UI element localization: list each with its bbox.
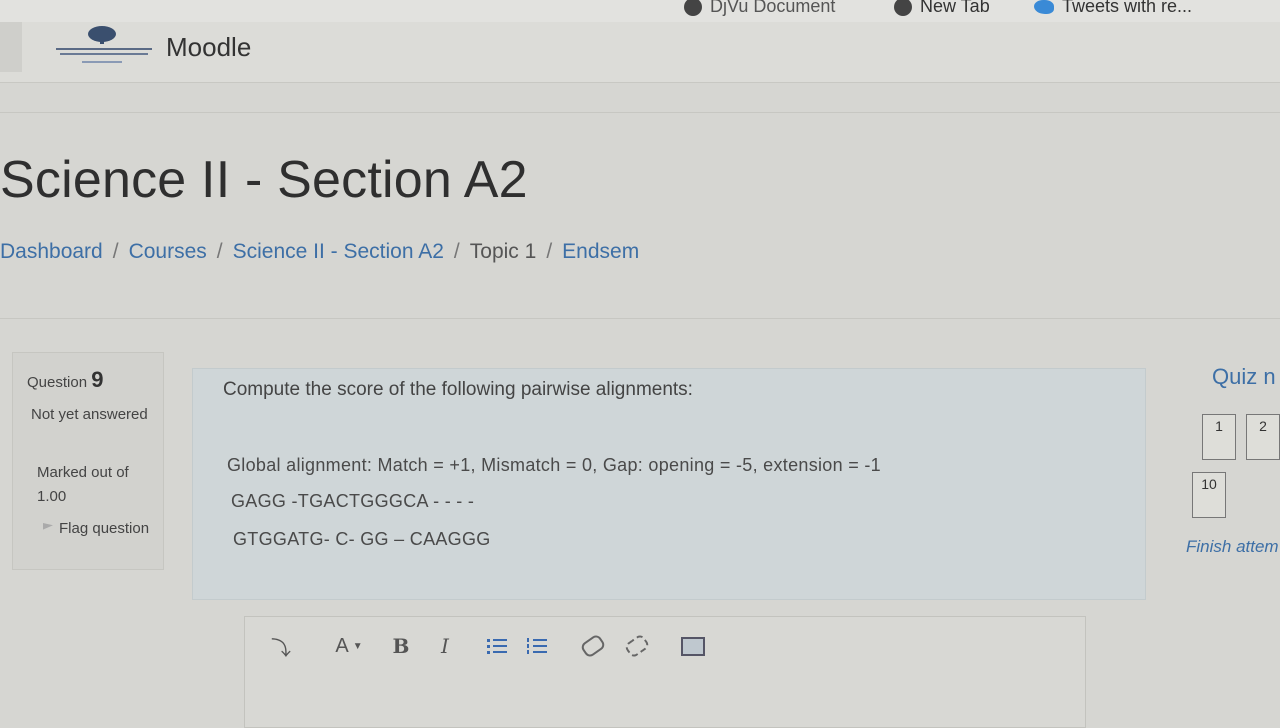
bookmark-tweets[interactable]: Tweets with re... xyxy=(1034,0,1192,17)
question-number-value: 9 xyxy=(91,367,104,392)
insert-image-icon[interactable] xyxy=(671,631,715,661)
chevron-down-icon: ▼ xyxy=(352,640,363,652)
alignment-sequence-2: GTGGATG- C- GG – CAAGGG xyxy=(233,529,491,549)
globe-icon xyxy=(684,0,702,16)
scoring-scheme: Global alignment: Match = +1, Mismatch =… xyxy=(227,455,881,475)
content-divider xyxy=(0,318,1280,319)
flag-icon xyxy=(43,523,53,530)
question-grade: Marked out of 1.00 xyxy=(37,464,129,505)
quiz-nav-button-2[interactable]: 2 xyxy=(1246,414,1280,460)
unordered-list-icon[interactable] xyxy=(477,631,517,661)
institution-logo[interactable] xyxy=(56,22,156,72)
globe-icon xyxy=(894,0,912,16)
ordered-list-icon[interactable] xyxy=(517,631,557,661)
finish-attempt-link[interactable]: Finish attem xyxy=(1186,537,1279,557)
bookmarks-bar: DjVu Document New Tab Tweets with re... xyxy=(0,0,1280,23)
breadcrumb: Dashboard / Courses / Science II - Secti… xyxy=(0,240,639,264)
breadcrumb-separator: / xyxy=(216,240,223,263)
site-navbar: Moodle xyxy=(0,22,1280,83)
bookmark-djvu-document[interactable]: DjVu Document xyxy=(684,0,835,17)
breadcrumb-separator: / xyxy=(546,240,553,263)
font-color-button[interactable]: A ▼ xyxy=(319,631,379,661)
breadcrumb-quiz[interactable]: Endsem xyxy=(562,240,639,264)
bookmark-label: DjVu Document xyxy=(710,0,836,16)
question-state: Not yet answered xyxy=(31,406,148,423)
breadcrumb-courses[interactable]: Courses xyxy=(129,240,207,264)
breadcrumb-topic: Topic 1 xyxy=(469,240,537,263)
answer-editor[interactable]: ⤵ A ▼ B I xyxy=(244,616,1086,728)
header-divider xyxy=(0,112,1280,113)
question-number: Question 9 xyxy=(27,367,103,393)
question-content: Compute the score of the following pairw… xyxy=(192,368,1146,600)
bookmark-label: New Tab xyxy=(920,0,990,16)
question-label: Question xyxy=(27,374,88,391)
quiz-nav-button-1[interactable]: 1 xyxy=(1202,414,1236,460)
breadcrumb-separator: / xyxy=(453,240,460,263)
breadcrumb-separator: / xyxy=(112,240,119,263)
site-brand[interactable]: Moodle xyxy=(166,32,251,63)
bold-button[interactable]: B xyxy=(379,631,423,661)
quiz-nav-button-10[interactable]: 10 xyxy=(1192,472,1226,518)
page-title: Science II - Section A2 xyxy=(0,151,528,209)
twitter-bird-icon xyxy=(1034,0,1054,14)
flag-question-label: Flag question xyxy=(59,520,150,537)
nav-drawer-toggle[interactable] xyxy=(0,22,22,72)
question-info: Question 9 Not yet answered Marked out o… xyxy=(12,352,164,570)
alignment-sequence-1: GAGG -TGACTGGGCA - - - - xyxy=(231,491,475,511)
unlink-icon[interactable] xyxy=(615,631,659,661)
bookmark-new-tab[interactable]: New Tab xyxy=(894,0,990,17)
link-icon[interactable] xyxy=(571,631,615,661)
italic-button[interactable]: I xyxy=(423,631,467,661)
quiz-navigation-title: Quiz n xyxy=(1212,364,1276,389)
breadcrumb-course[interactable]: Science II - Section A2 xyxy=(233,240,444,264)
editor-toolbar: ⤵ A ▼ B I xyxy=(263,631,715,661)
breadcrumb-dashboard[interactable]: Dashboard xyxy=(0,240,103,264)
question-text: Compute the score of the following pairw… xyxy=(223,379,693,400)
expand-toolbar-icon[interactable]: ⤵ xyxy=(263,631,299,661)
flag-question-button[interactable]: Flag question xyxy=(43,517,153,541)
bookmark-label: Tweets with re... xyxy=(1062,0,1193,16)
